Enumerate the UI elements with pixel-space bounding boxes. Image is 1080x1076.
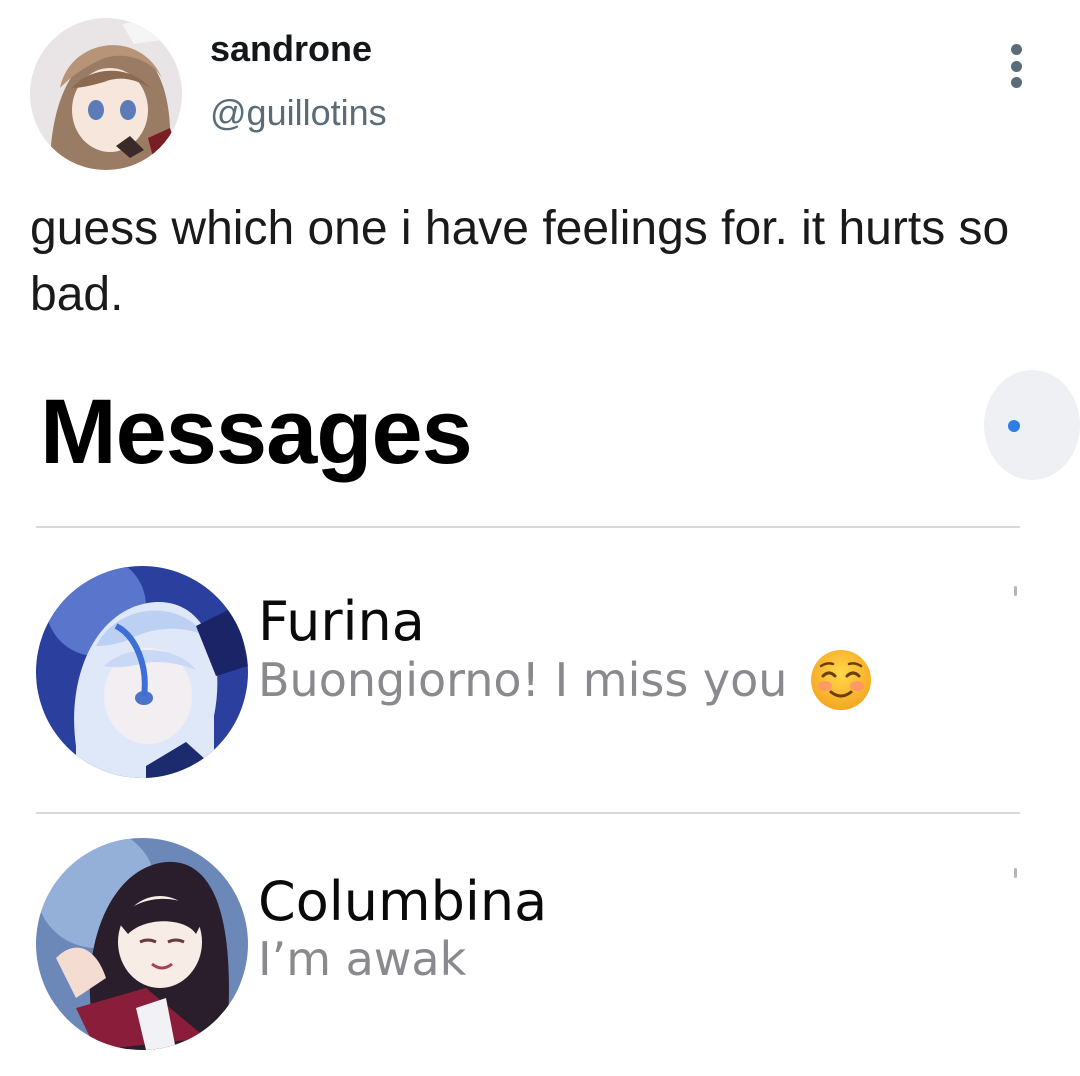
messages-title: Messages (40, 381, 473, 483)
more-vertical-icon[interactable] (1004, 44, 1028, 88)
compose-dot-icon (1008, 420, 1020, 432)
author-display-name[interactable]: sandrone (210, 28, 372, 70)
menu-dot (1010, 44, 1022, 55)
columbina-avatar-icon (36, 838, 248, 1050)
timestamp-tick (1014, 868, 1017, 878)
preview-text: I’m awak (258, 932, 467, 986)
divider (36, 812, 1020, 814)
divider (36, 526, 1020, 528)
author-handle[interactable]: @guillotins (210, 92, 387, 134)
furina-avatar-icon (36, 566, 248, 778)
anime-avatar-icon (30, 18, 182, 170)
smiling-blush-emoji-icon (811, 650, 872, 710)
compose-button (984, 370, 1080, 480)
menu-dot (1010, 77, 1022, 88)
author-avatar[interactable] (30, 18, 182, 170)
conversation-preview: Buongiorno! I miss you (258, 648, 873, 712)
conversation-name: Columbina (258, 870, 548, 933)
conversation-name: Furina (258, 590, 425, 653)
embedded-screenshot[interactable]: Messages Furina Buongiorno! I miss you C… (0, 340, 1080, 1076)
conversation-preview: I’m awak (258, 932, 466, 986)
menu-dot (1010, 60, 1022, 72)
tweet-text: guess which one i have feelings for. it … (30, 202, 1010, 321)
timestamp-tick (1014, 586, 1017, 596)
preview-text: Buongiorno! I miss you (258, 653, 788, 707)
